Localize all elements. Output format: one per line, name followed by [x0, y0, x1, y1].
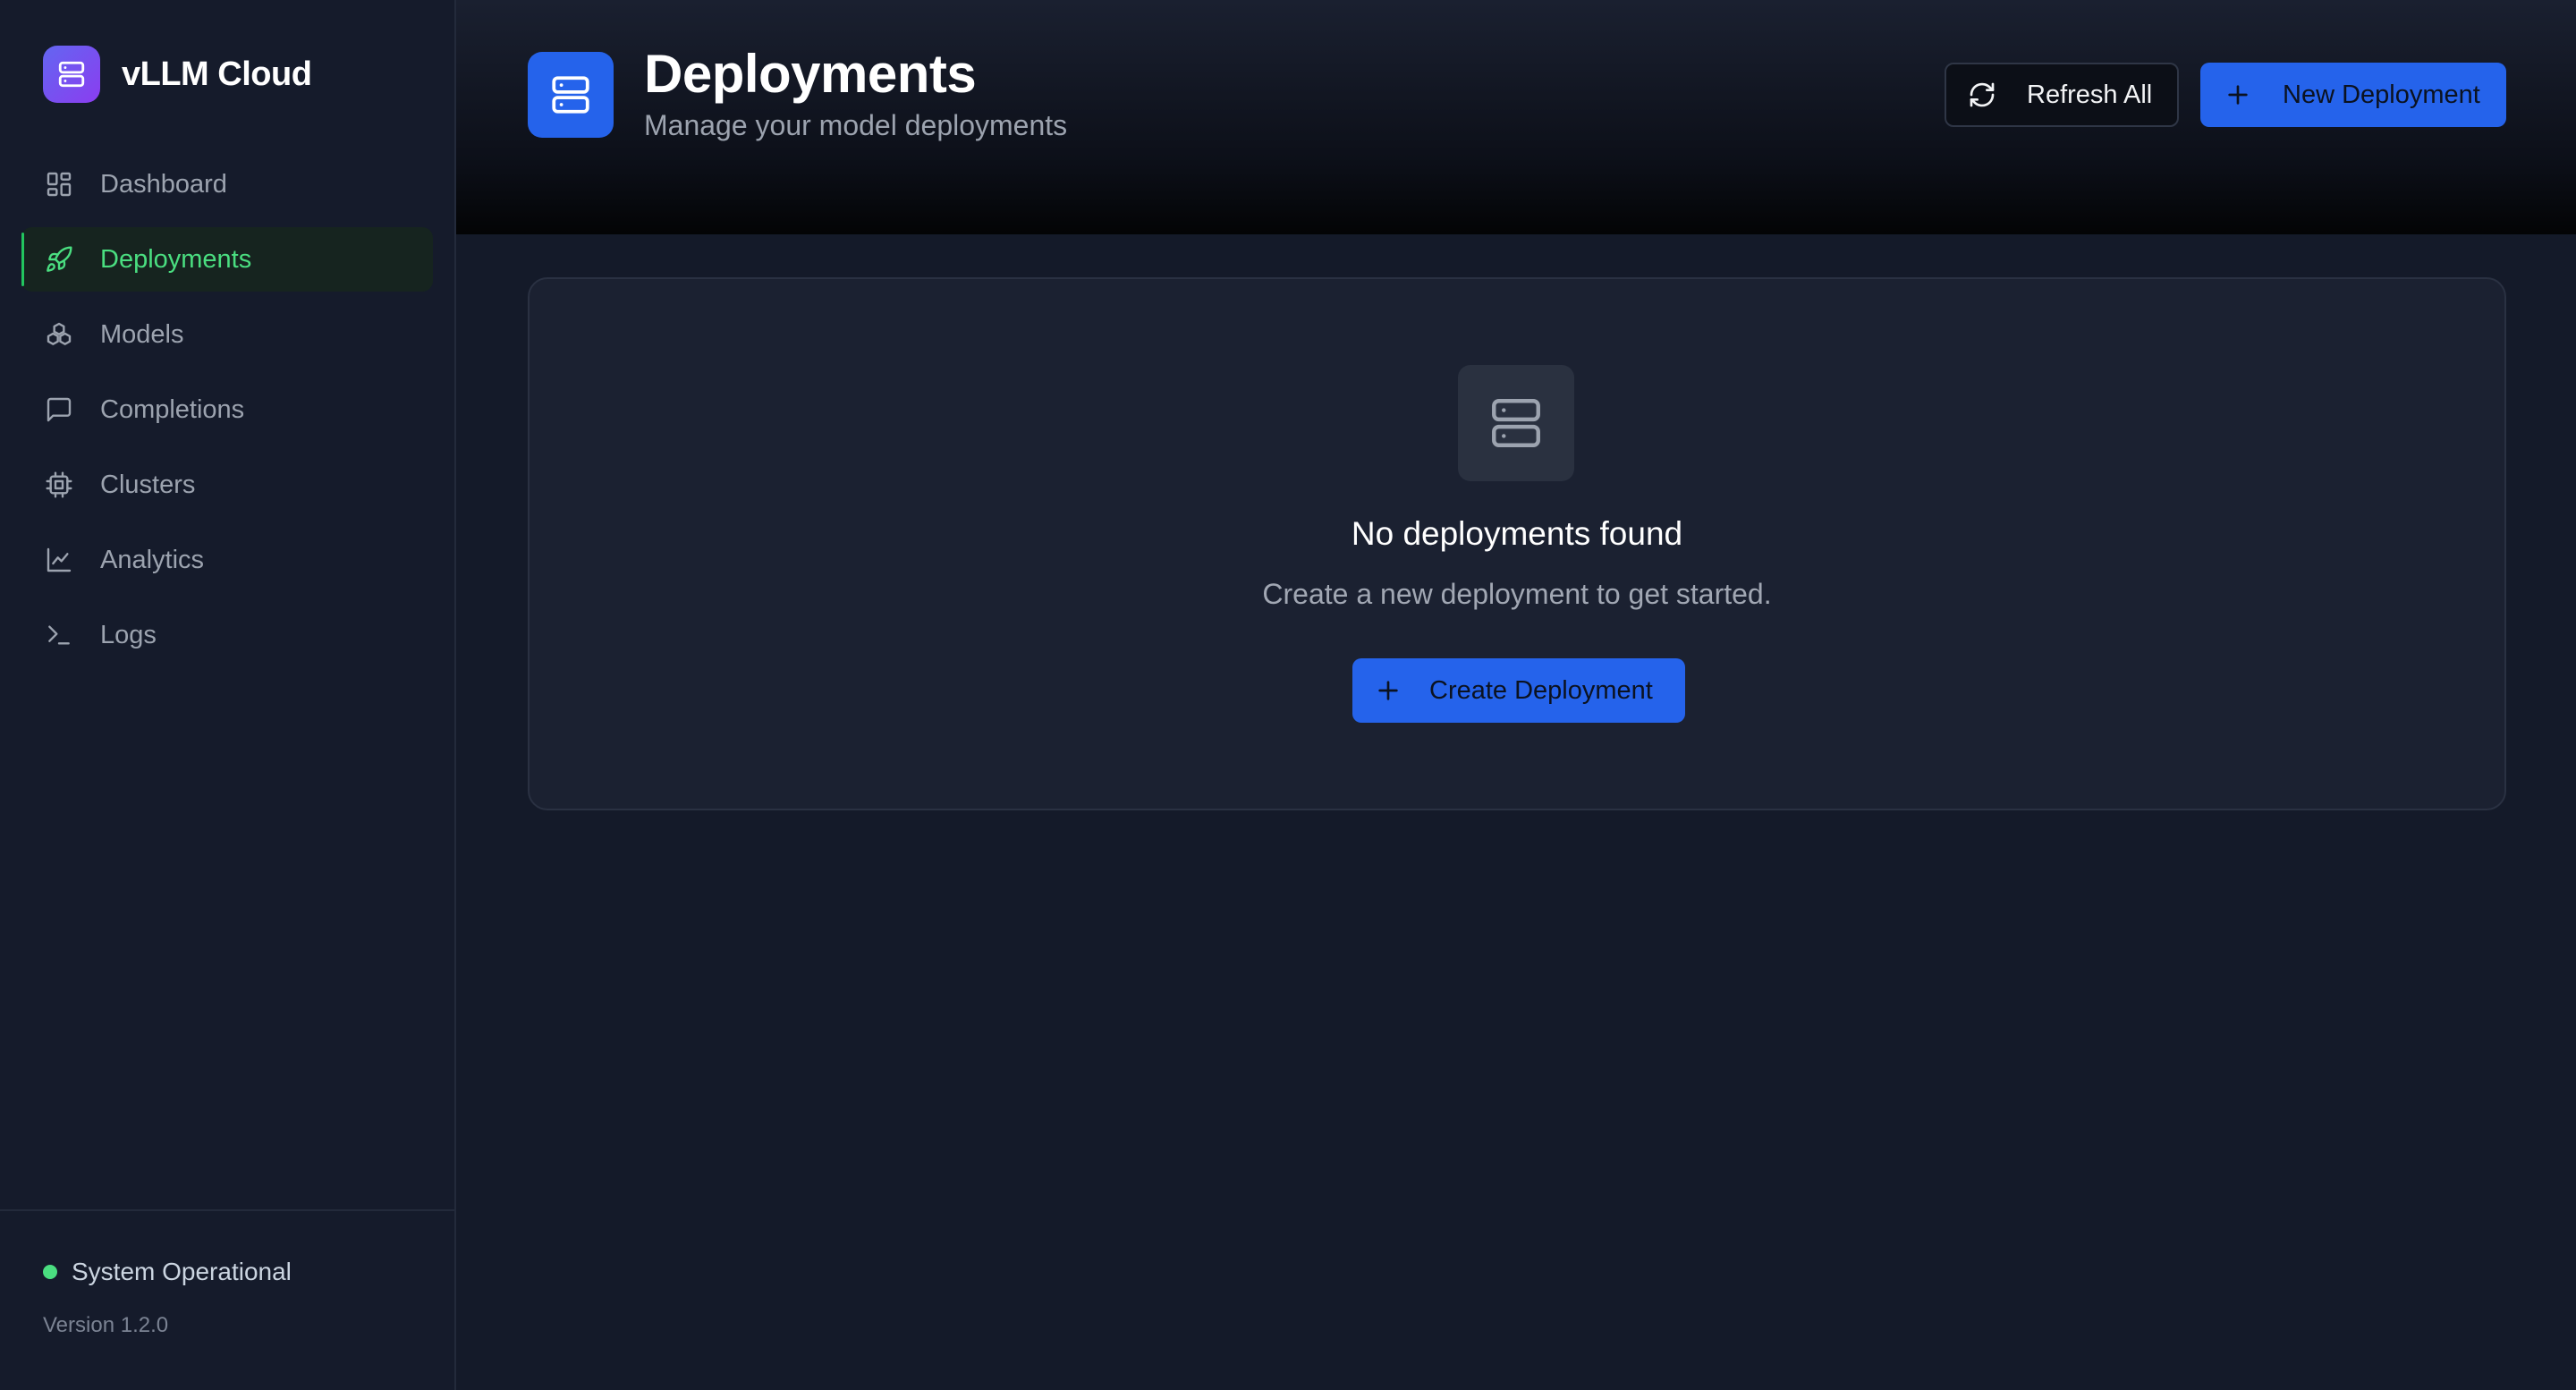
boxes-icon [47, 322, 72, 345]
sidebar-item-label: Deployments [100, 244, 252, 274]
app-root: vLLM Cloud Dashboard Deployments Models … [0, 0, 2576, 1390]
sidebar-item-analytics[interactable]: Analytics [21, 528, 433, 592]
brand-name: vLLM Cloud [122, 55, 312, 93]
create-deployment-label: Create Deployment [1429, 675, 1653, 705]
sidebar-item-models[interactable]: Models [21, 302, 433, 367]
sidebar-item-label: Clusters [100, 470, 196, 499]
line-chart-icon [47, 547, 72, 572]
status-dot-icon [43, 1265, 57, 1279]
server-icon [1458, 365, 1574, 481]
sidebar-item-clusters[interactable]: Clusters [21, 453, 433, 517]
sidebar-item-deployments[interactable]: Deployments [21, 227, 433, 292]
empty-state-description: Create a new deployment to get started. [1262, 578, 1772, 610]
sidebar-item-completions[interactable]: Completions [21, 377, 433, 442]
version-label: Version 1.2.0 [43, 1313, 169, 1337]
sidebar-footer: System Operational Version 1.2.0 [0, 1209, 454, 1390]
sidebar-item-label: Completions [100, 394, 245, 424]
empty-state-card: No deployments found Create a new deploy… [528, 277, 2506, 810]
sidebar-item-dashboard[interactable]: Dashboard [21, 152, 433, 216]
message-square-icon [47, 397, 72, 422]
status-text: System Operational [72, 1258, 292, 1285]
new-deployment-button[interactable]: New Deployment [2200, 63, 2506, 127]
refresh-icon [1970, 82, 1995, 107]
sidebar-item-label: Dashboard [100, 169, 227, 199]
create-deployment-button[interactable]: Create Deployment [1352, 658, 1685, 723]
brand[interactable]: vLLM Cloud [43, 39, 454, 109]
plus-icon [1378, 681, 1398, 700]
page-header: Deployments Manage your model deployment… [456, 0, 2576, 234]
rocket-icon [47, 246, 72, 272]
page-subtitle: Manage your model deployments [644, 109, 1068, 141]
sidebar-item-label: Models [100, 319, 184, 349]
system-status: System Operational [43, 1258, 454, 1286]
new-deployment-label: New Deployment [2283, 80, 2480, 109]
refresh-all-button[interactable]: Refresh All [1945, 63, 2179, 127]
page-title: Deployments [644, 44, 977, 104]
cpu-icon [46, 471, 72, 498]
main-content: Deployments Manage your model deployment… [456, 0, 2576, 1390]
sidebar-item-label: Logs [100, 620, 157, 649]
refresh-all-label: Refresh All [2027, 80, 2153, 109]
empty-state-title: No deployments found [1351, 515, 1683, 552]
terminal-icon [48, 625, 70, 645]
sidebar-nav: Dashboard Deployments Models Completions… [0, 152, 454, 678]
sidebar: vLLM Cloud Dashboard Deployments Models … [0, 0, 456, 1390]
plus-icon [2228, 85, 2248, 105]
server-icon [43, 46, 100, 103]
sidebar-item-label: Analytics [100, 545, 205, 574]
dashboard-icon [47, 172, 72, 197]
server-icon [528, 52, 614, 138]
sidebar-item-logs[interactable]: Logs [21, 603, 433, 667]
